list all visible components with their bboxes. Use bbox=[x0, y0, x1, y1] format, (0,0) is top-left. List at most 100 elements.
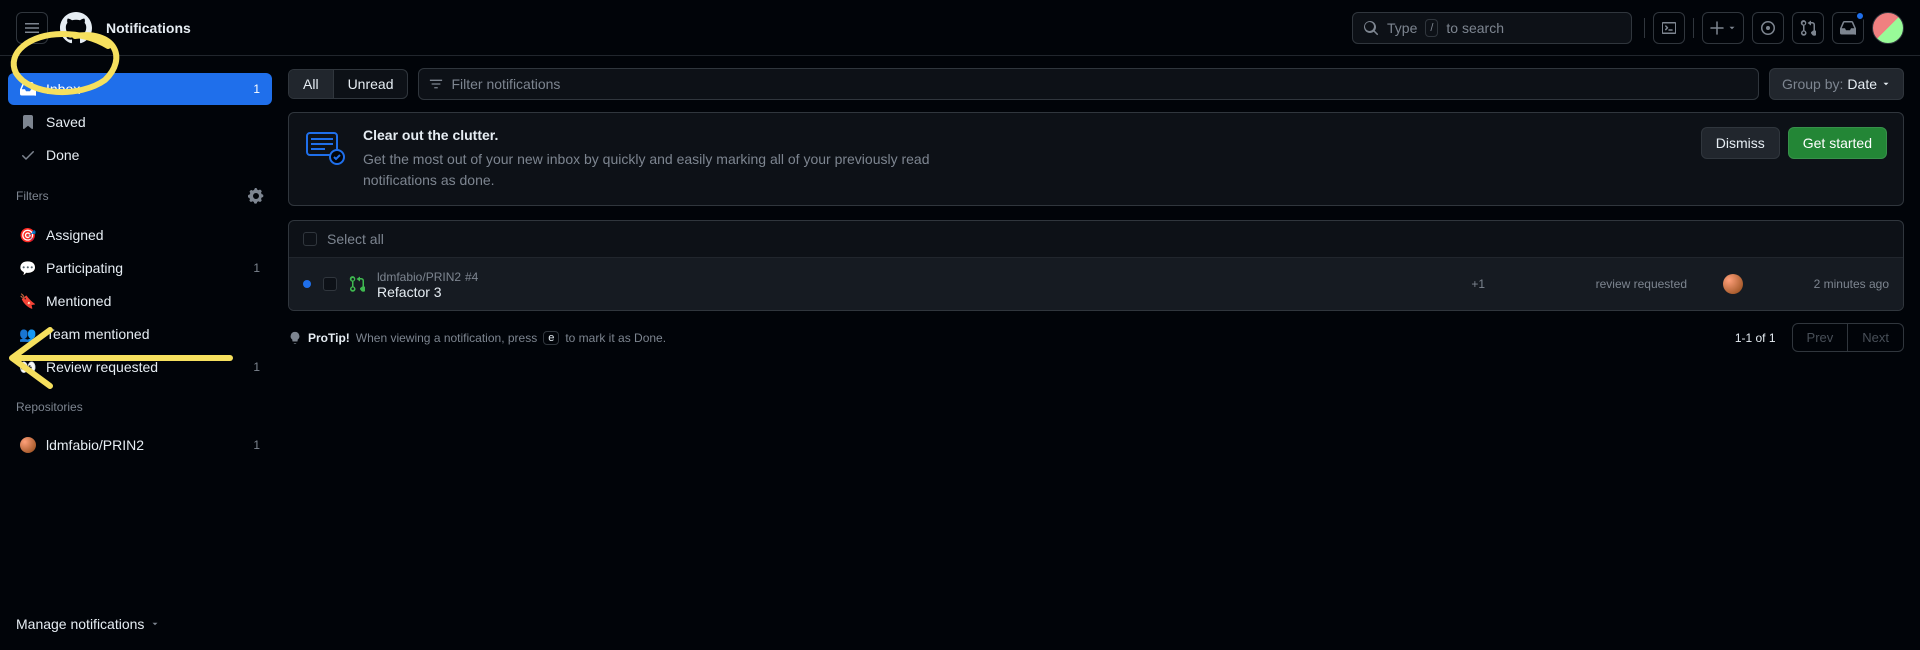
filters-header-label: Filters bbox=[16, 189, 49, 203]
pull-requests-button[interactable] bbox=[1792, 12, 1824, 44]
group-by-value: Date bbox=[1847, 76, 1877, 92]
repos-header: Repositories bbox=[0, 392, 280, 420]
filter-icon bbox=[429, 77, 443, 91]
list-header: Select all bbox=[289, 221, 1903, 257]
select-all-label: Select all bbox=[327, 231, 384, 247]
caret-down-icon bbox=[1881, 79, 1891, 89]
issues-button[interactable] bbox=[1752, 12, 1784, 44]
notifications-list: Select all ldmfabio/PRIN2 #4 Refactor 3 … bbox=[288, 220, 1904, 311]
tab-all[interactable]: All bbox=[289, 70, 333, 98]
notification-row[interactable]: ldmfabio/PRIN2 #4 Refactor 3 +1 review r… bbox=[289, 257, 1903, 310]
filter-notifications-input[interactable]: Filter notifications bbox=[418, 68, 1758, 100]
sidebar-item-label: Team mentioned bbox=[46, 326, 260, 342]
git-pull-request-open-icon bbox=[349, 276, 365, 292]
lightbulb-icon bbox=[288, 331, 302, 345]
read-filter-segment: All Unread bbox=[288, 69, 408, 99]
row-checkbox[interactable] bbox=[323, 277, 337, 291]
protip: ProTip! When viewing a notification, pre… bbox=[288, 331, 666, 345]
sidebar-item-label: Mentioned bbox=[46, 293, 260, 309]
row-author-avatar bbox=[1723, 274, 1743, 294]
create-new-button[interactable] bbox=[1702, 12, 1744, 44]
check-icon bbox=[20, 147, 36, 163]
sidebar-item-count: 1 bbox=[253, 360, 260, 374]
sidebar-item-label: Inbox bbox=[46, 81, 243, 97]
inbox-illustration-icon bbox=[305, 127, 345, 167]
inbox-icon bbox=[1840, 20, 1856, 36]
sidebar-item-saved[interactable]: Saved bbox=[8, 106, 272, 138]
sidebar-item-count: 1 bbox=[253, 261, 260, 275]
console-icon bbox=[1661, 20, 1677, 36]
sidebar-item-done[interactable]: Done bbox=[8, 139, 272, 171]
sidebar-item-count: 1 bbox=[253, 438, 260, 452]
protip-key: e bbox=[543, 331, 559, 345]
unread-indicator-dot bbox=[1855, 11, 1865, 21]
git-pull-request-icon bbox=[1800, 20, 1816, 36]
filter-placeholder: Filter notifications bbox=[451, 76, 560, 92]
pagination-range: 1-1 of 1 bbox=[1735, 331, 1776, 345]
team-icon: 👥 bbox=[20, 326, 36, 343]
github-logo[interactable] bbox=[60, 12, 92, 44]
dismiss-button[interactable]: Dismiss bbox=[1701, 127, 1780, 159]
row-additional-count: +1 bbox=[1461, 277, 1495, 291]
global-search-input[interactable]: Type / to search bbox=[1352, 12, 1632, 44]
page-title[interactable]: Notifications bbox=[106, 20, 191, 36]
manage-notifications-button[interactable]: Manage notifications bbox=[0, 606, 280, 642]
group-by-dropdown[interactable]: Group by: Date bbox=[1769, 68, 1904, 100]
gear-icon bbox=[248, 188, 264, 204]
onboarding-banner: Clear out the clutter. Get the most out … bbox=[288, 112, 1904, 206]
comment-icon: 💬 bbox=[20, 260, 36, 277]
row-repo: ldmfabio/PRIN2 bbox=[377, 270, 461, 284]
command-palette-button[interactable] bbox=[1653, 12, 1685, 44]
caret-down-icon bbox=[1727, 23, 1737, 33]
unread-dot-icon bbox=[303, 280, 311, 288]
row-text: ldmfabio/PRIN2 #4 Refactor 3 bbox=[377, 268, 1449, 300]
sidebar-filter-participating[interactable]: 💬 Participating 1 bbox=[8, 252, 272, 284]
tag-icon: 🔖 bbox=[20, 293, 36, 310]
banner-description: Get the most out of your new inbox by qu… bbox=[363, 149, 963, 191]
repo-avatar-icon bbox=[20, 437, 36, 453]
inbox-icon bbox=[20, 81, 36, 97]
filters-settings-button[interactable] bbox=[248, 188, 264, 204]
sidebar-filter-mentioned[interactable]: 🔖 Mentioned bbox=[8, 285, 272, 317]
sidebar-item-label: ldmfabio/PRIN2 bbox=[46, 437, 243, 453]
caret-down-icon bbox=[150, 619, 160, 629]
target-icon: 🎯 bbox=[20, 227, 36, 244]
issue-opened-icon bbox=[1760, 20, 1776, 36]
sidebar-item-label: Done bbox=[46, 147, 260, 163]
prev-button[interactable]: Prev bbox=[1793, 324, 1848, 351]
row-reason: review requested bbox=[1507, 277, 1687, 291]
plus-icon bbox=[1709, 20, 1725, 36]
sidebar-filter-assigned[interactable]: 🎯 Assigned bbox=[8, 219, 272, 251]
eyes-icon: 👀 bbox=[20, 359, 36, 376]
user-avatar[interactable] bbox=[1872, 12, 1904, 44]
hamburger-button[interactable] bbox=[16, 12, 48, 44]
row-time: 2 minutes ago bbox=[1779, 277, 1889, 291]
sidebar-filter-review-requested[interactable]: 👀 Review requested 1 bbox=[8, 351, 272, 383]
global-header: Notifications Type / to search bbox=[0, 0, 1920, 56]
row-number: #4 bbox=[465, 270, 478, 284]
github-mark-icon bbox=[60, 12, 92, 44]
protip-after: to mark it as Done. bbox=[565, 331, 666, 345]
protip-label: ProTip! bbox=[308, 331, 350, 345]
tab-unread[interactable]: Unread bbox=[333, 70, 408, 98]
search-suffix: to search bbox=[1446, 20, 1504, 36]
filters-header: Filters bbox=[0, 180, 280, 210]
search-icon bbox=[1363, 20, 1379, 36]
group-by-label: Group by: bbox=[1782, 76, 1843, 92]
sidebar-item-inbox[interactable]: Inbox 1 bbox=[8, 73, 272, 105]
sidebar-repo-item[interactable]: ldmfabio/PRIN2 1 bbox=[8, 429, 272, 461]
get-started-button[interactable]: Get started bbox=[1788, 127, 1887, 159]
header-actions bbox=[1644, 12, 1904, 44]
search-prefix: Type bbox=[1387, 20, 1417, 36]
select-all-checkbox[interactable] bbox=[303, 232, 317, 246]
banner-title: Clear out the clutter. bbox=[363, 127, 1683, 143]
separator bbox=[1644, 18, 1645, 38]
main-content: All Unread Filter notifications Group by… bbox=[280, 56, 1920, 650]
manage-notifications-label: Manage notifications bbox=[16, 616, 144, 632]
notifications-button[interactable] bbox=[1832, 12, 1864, 44]
sidebar-filter-team-mentioned[interactable]: 👥 Team mentioned bbox=[8, 318, 272, 350]
next-button[interactable]: Next bbox=[1847, 324, 1903, 351]
toolbar: All Unread Filter notifications Group by… bbox=[288, 68, 1904, 100]
list-footer: ProTip! When viewing a notification, pre… bbox=[288, 323, 1904, 352]
pagination: Prev Next bbox=[1792, 323, 1904, 352]
